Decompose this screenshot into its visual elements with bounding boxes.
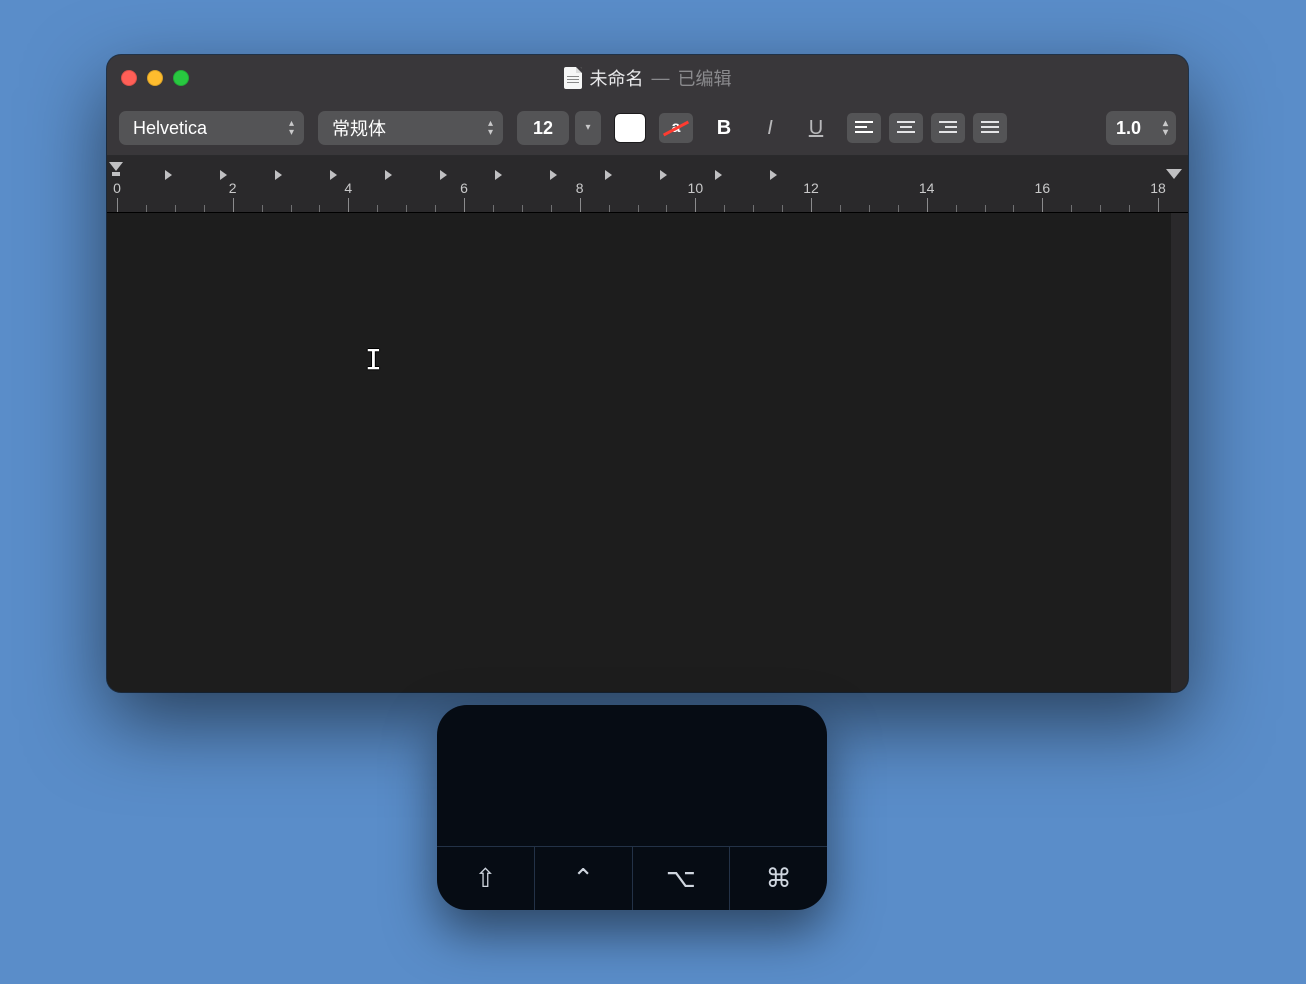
document-text-area[interactable]: I [107, 213, 1188, 692]
underline-button[interactable]: U [799, 113, 833, 143]
close-button[interactable] [121, 70, 137, 86]
font-size-value: 12 [533, 118, 553, 139]
first-line-indent-marker[interactable] [109, 162, 123, 171]
right-indent-marker[interactable] [1166, 169, 1182, 179]
tab-stop-marker[interactable] [495, 170, 502, 180]
overlay-display [437, 705, 827, 846]
ruler-label: 16 [1035, 180, 1051, 196]
vertical-scrollbar[interactable] [1171, 213, 1188, 692]
tab-stop-marker[interactable] [220, 170, 227, 180]
align-left-button[interactable] [847, 113, 881, 143]
titlebar: 未命名 — 已编辑 [107, 55, 1188, 101]
shift-key[interactable]: ⇧ [437, 847, 535, 910]
tab-stop-marker[interactable] [275, 170, 282, 180]
control-key[interactable]: ⌃ [535, 847, 633, 910]
format-toolbar: Helvetica ▴▾ 常规体 ▴▾ 12 ▾ a B I U [107, 101, 1188, 156]
align-justify-button[interactable] [973, 113, 1007, 143]
command-key[interactable]: ⌘ [730, 847, 827, 910]
textedit-window: 未命名 — 已编辑 Helvetica ▴▾ 常规体 ▴▾ 12 ▾ a [107, 55, 1188, 692]
font-size-group: 12 ▾ [517, 111, 601, 145]
font-size-stepper[interactable]: ▾ [575, 111, 601, 145]
tab-stop-marker[interactable] [440, 170, 447, 180]
ruler-label: 8 [576, 180, 584, 196]
window-controls [121, 70, 189, 86]
text-cursor-icon: I [365, 343, 382, 376]
tab-stop-marker[interactable] [165, 170, 172, 180]
font-style-select[interactable]: 常规体 ▴▾ [318, 111, 503, 145]
align-left-icon [854, 120, 874, 136]
align-right-icon [938, 120, 958, 136]
zoom-button[interactable] [173, 70, 189, 86]
chevron-down-icon: ▾ [585, 124, 590, 132]
left-indent-marker[interactable] [112, 172, 120, 176]
document-status: 已编辑 [678, 65, 732, 91]
font-style-value: 常规体 [332, 115, 386, 141]
highlight-color-picker[interactable]: a [659, 113, 693, 143]
text-style-group: B I U [707, 113, 833, 143]
text-color-picker[interactable] [615, 114, 645, 142]
font-size-field[interactable]: 12 [517, 111, 569, 145]
option-key[interactable]: ⌥ [633, 847, 731, 910]
tab-stop-marker[interactable] [550, 170, 557, 180]
chevron-updown-icon: ▴▾ [1163, 120, 1168, 137]
tab-stop-marker[interactable] [770, 170, 777, 180]
ruler[interactable]: 0 2 4 6 8 10 12 14 16 18 [107, 156, 1188, 213]
ruler-label: 14 [919, 180, 935, 196]
align-center-button[interactable] [889, 113, 923, 143]
font-family-select[interactable]: Helvetica ▴▾ [119, 111, 304, 145]
document-name: 未命名 [590, 65, 644, 91]
ruler-label: 2 [229, 180, 237, 196]
tab-stop-marker[interactable] [385, 170, 392, 180]
minimize-button[interactable] [147, 70, 163, 86]
ruler-label: 12 [803, 180, 819, 196]
font-family-value: Helvetica [133, 118, 207, 139]
bold-button[interactable]: B [707, 113, 741, 143]
ruler-label: 10 [688, 180, 704, 196]
italic-button[interactable]: I [753, 113, 787, 143]
ruler-label: 18 [1150, 180, 1166, 196]
modifier-row: ⇧ ⌃ ⌥ ⌘ [437, 846, 827, 910]
align-right-button[interactable] [931, 113, 965, 143]
document-icon [564, 67, 582, 89]
line-spacing-value: 1.0 [1116, 118, 1141, 139]
align-center-icon [896, 120, 916, 136]
title-separator: — [652, 68, 670, 89]
modifier-key-overlay: ⇧ ⌃ ⌥ ⌘ [437, 705, 827, 910]
chevron-updown-icon: ▴▾ [289, 120, 294, 137]
alignment-group [847, 113, 1007, 143]
align-justify-icon [980, 120, 1000, 136]
ruler-label: 0 [113, 180, 121, 196]
ruler-label: 4 [344, 180, 352, 196]
tab-stop-marker[interactable] [605, 170, 612, 180]
tab-stop-marker[interactable] [330, 170, 337, 180]
line-spacing-select[interactable]: 1.0 ▴▾ [1106, 111, 1176, 145]
tab-stop-marker[interactable] [660, 170, 667, 180]
tab-stop-marker[interactable] [715, 170, 722, 180]
chevron-updown-icon: ▴▾ [488, 120, 493, 137]
ruler-label: 6 [460, 180, 468, 196]
window-title: 未命名 — 已编辑 [107, 65, 1188, 91]
